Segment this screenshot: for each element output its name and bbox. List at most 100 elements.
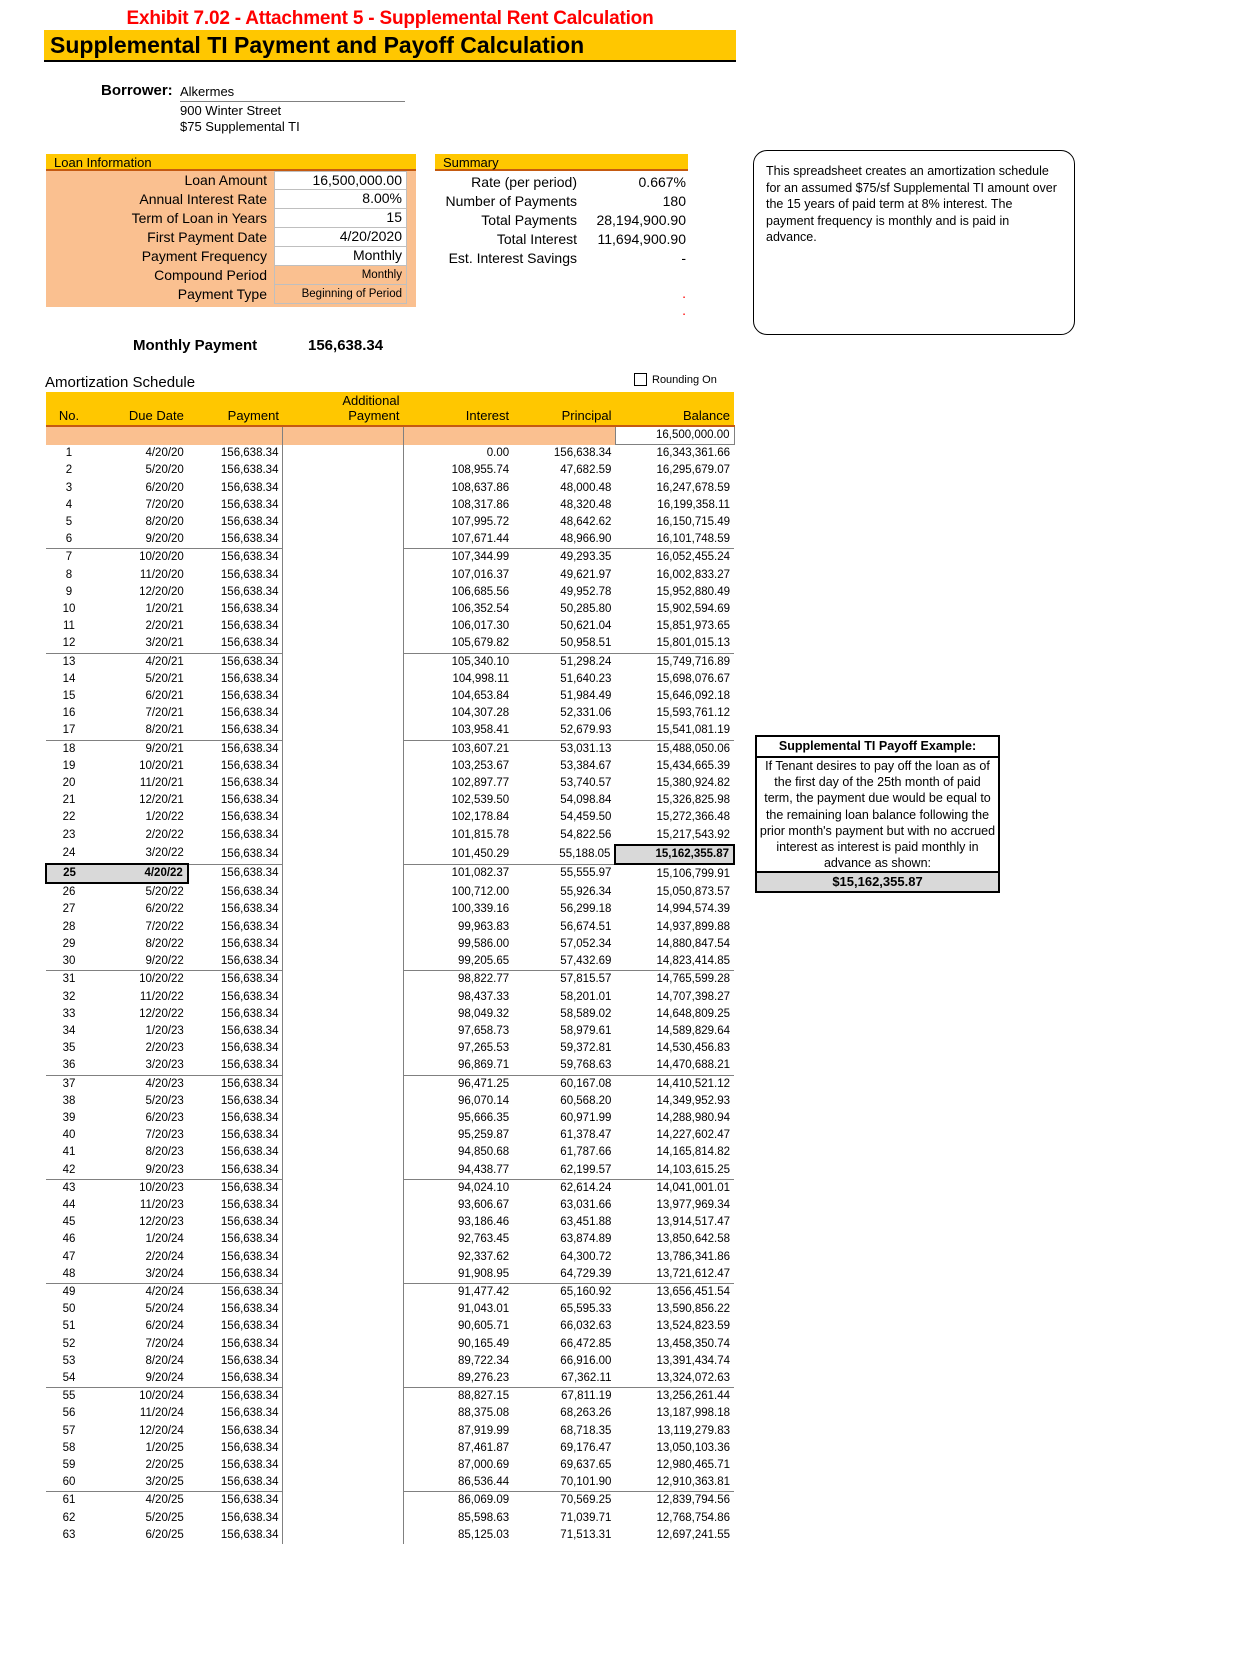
cell-due-date: 10/20/23 [93, 1178, 188, 1197]
cell-additional-payment[interactable] [282, 1231, 404, 1249]
cell-additional-payment[interactable] [282, 901, 404, 919]
cell-additional-payment[interactable] [282, 844, 404, 865]
cell-additional-payment[interactable] [282, 1352, 404, 1370]
cell-additional-payment[interactable] [282, 757, 404, 776]
cell-additional-payment[interactable] [282, 1301, 404, 1319]
cell-additional-payment[interactable] [282, 1127, 404, 1145]
rounding-on-checkbox[interactable] [634, 373, 647, 386]
cell-additional-payment[interactable] [282, 1283, 404, 1302]
cell-due-date: 5/20/25 [145, 1511, 184, 1524]
cell-additional-payment[interactable] [282, 792, 404, 810]
cell-principal: 71,039.71 [560, 1511, 612, 1524]
cell-additional-payment[interactable] [282, 953, 404, 971]
cell-additional-payment[interactable] [282, 548, 404, 567]
cell-principal: 60,568.20 [560, 1094, 612, 1107]
cell-additional-payment[interactable] [282, 1456, 404, 1475]
cell-additional-payment[interactable] [282, 1318, 404, 1336]
cell-additional-payment[interactable] [282, 1439, 404, 1457]
cell-additional-payment[interactable] [282, 688, 404, 706]
cell-no: 19 [62, 759, 76, 772]
cell-due-date: 11/20/20 [139, 568, 184, 581]
cell-additional-payment[interactable] [282, 1369, 404, 1388]
cell-additional-payment[interactable] [282, 601, 404, 619]
cell-balance: 16,002,833.27 [656, 568, 730, 581]
cell-no: 38 [62, 1094, 76, 1107]
cell-due-date: 3/20/22 [145, 847, 184, 860]
cell-due-date: 5/20/21 [145, 672, 184, 685]
cell-payment: 156,638.34 [187, 1214, 284, 1232]
cell-additional-payment[interactable] [282, 635, 404, 654]
cell-additional-payment[interactable] [282, 1422, 404, 1440]
cell-additional-payment[interactable] [282, 531, 404, 549]
cell-balance: 12,768,754.86 [656, 1511, 730, 1524]
cell-additional-payment[interactable] [282, 1005, 404, 1023]
cell-additional-payment[interactable] [282, 864, 404, 884]
cell-additional-payment[interactable] [282, 514, 404, 532]
cell-additional-payment[interactable] [282, 1526, 404, 1544]
cell-additional-payment[interactable] [282, 1509, 404, 1527]
table-row: 36 3/20/23 156,638.34 96,869.71 59,768.63 14,… [46, 1057, 734, 1076]
cell-additional-payment[interactable] [282, 1144, 404, 1162]
cell-additional-payment[interactable] [282, 740, 404, 758]
annual-interest-rate-value[interactable]: 8.00% [274, 190, 407, 209]
cell-additional-payment[interactable] [282, 479, 404, 497]
loan-amount-label: Loan Amount [184, 172, 267, 188]
loan-amount-value[interactable]: 16,500,000.00 [274, 171, 407, 190]
cell-additional-payment[interactable] [282, 618, 404, 636]
cell-interest: 105,679.82 [451, 637, 510, 650]
cell-additional-payment[interactable] [282, 670, 404, 689]
cell-additional-payment[interactable] [282, 1196, 404, 1215]
cell-additional-payment[interactable] [282, 722, 404, 741]
cell-interest: 104,307.28 [451, 707, 510, 720]
cell-balance: 13,187,998.18 [656, 1407, 730, 1420]
cell-no: 54 [62, 1371, 76, 1384]
cell-additional-payment[interactable] [282, 809, 404, 827]
cell-due-date: 7/20/22 [145, 920, 184, 933]
cell-balance: 14,470,688.21 [656, 1059, 730, 1072]
cell-additional-payment[interactable] [282, 462, 404, 480]
cell-additional-payment[interactable] [282, 775, 404, 793]
cell-additional-payment[interactable] [282, 1474, 404, 1492]
cell-balance: 15,593,761.12 [656, 707, 730, 720]
payment-frequency-value[interactable]: Monthly [274, 247, 407, 266]
cell-additional-payment[interactable] [282, 1491, 404, 1510]
cell-additional-payment[interactable] [282, 1335, 404, 1353]
cell-due-date: 6/20/22 [145, 903, 184, 916]
cell-additional-payment[interactable] [282, 935, 404, 954]
cell-payment: 156,638.34 [187, 1352, 284, 1370]
cell-additional-payment[interactable] [282, 1057, 404, 1076]
cell-interest: 101,815.78 [451, 829, 510, 842]
cell-additional-payment[interactable] [282, 988, 404, 1006]
cell-additional-payment[interactable] [282, 1092, 404, 1110]
cell-payment: 156,638.34 [187, 1057, 284, 1076]
cell-additional-payment[interactable] [282, 653, 404, 671]
cell-additional-payment[interactable] [282, 1265, 404, 1284]
cell-additional-payment[interactable] [282, 1161, 404, 1180]
cell-additional-payment[interactable] [282, 705, 404, 723]
cell-additional-payment[interactable] [282, 1248, 404, 1266]
cell-additional-payment[interactable] [282, 1109, 404, 1128]
term-of-loan-value[interactable]: 15 [274, 209, 407, 228]
cell-additional-payment[interactable] [282, 883, 404, 902]
cell-payment: 156,638.34 [187, 1178, 284, 1197]
cell-additional-payment[interactable] [282, 1022, 404, 1041]
loan-row-payment-type: Payment Type Beginning of Period [46, 285, 416, 304]
cell-additional-payment[interactable] [282, 970, 404, 989]
cell-additional-payment[interactable] [282, 1179, 404, 1197]
cell-additional-payment[interactable] [282, 1387, 404, 1406]
cell-additional-payment[interactable] [282, 826, 404, 845]
cell-payment: 156,638.34 [187, 901, 284, 919]
cell-additional-payment[interactable] [282, 1040, 404, 1058]
cell-additional-payment[interactable] [282, 1214, 404, 1232]
cell-additional-payment[interactable] [282, 496, 404, 515]
cell-due-date: 2/20/23 [145, 1042, 184, 1055]
cell-additional-payment[interactable] [282, 1405, 404, 1423]
cell-additional-payment[interactable] [282, 918, 404, 936]
cell-interest: 103,958.41 [451, 724, 510, 737]
cell-additional-payment[interactable] [282, 566, 404, 584]
cell-principal: 47,682.59 [560, 464, 612, 477]
cell-additional-payment[interactable] [282, 444, 404, 463]
first-payment-date-value[interactable]: 4/20/2020 [274, 228, 407, 247]
cell-additional-payment[interactable] [282, 583, 404, 602]
cell-additional-payment[interactable] [282, 1075, 404, 1093]
